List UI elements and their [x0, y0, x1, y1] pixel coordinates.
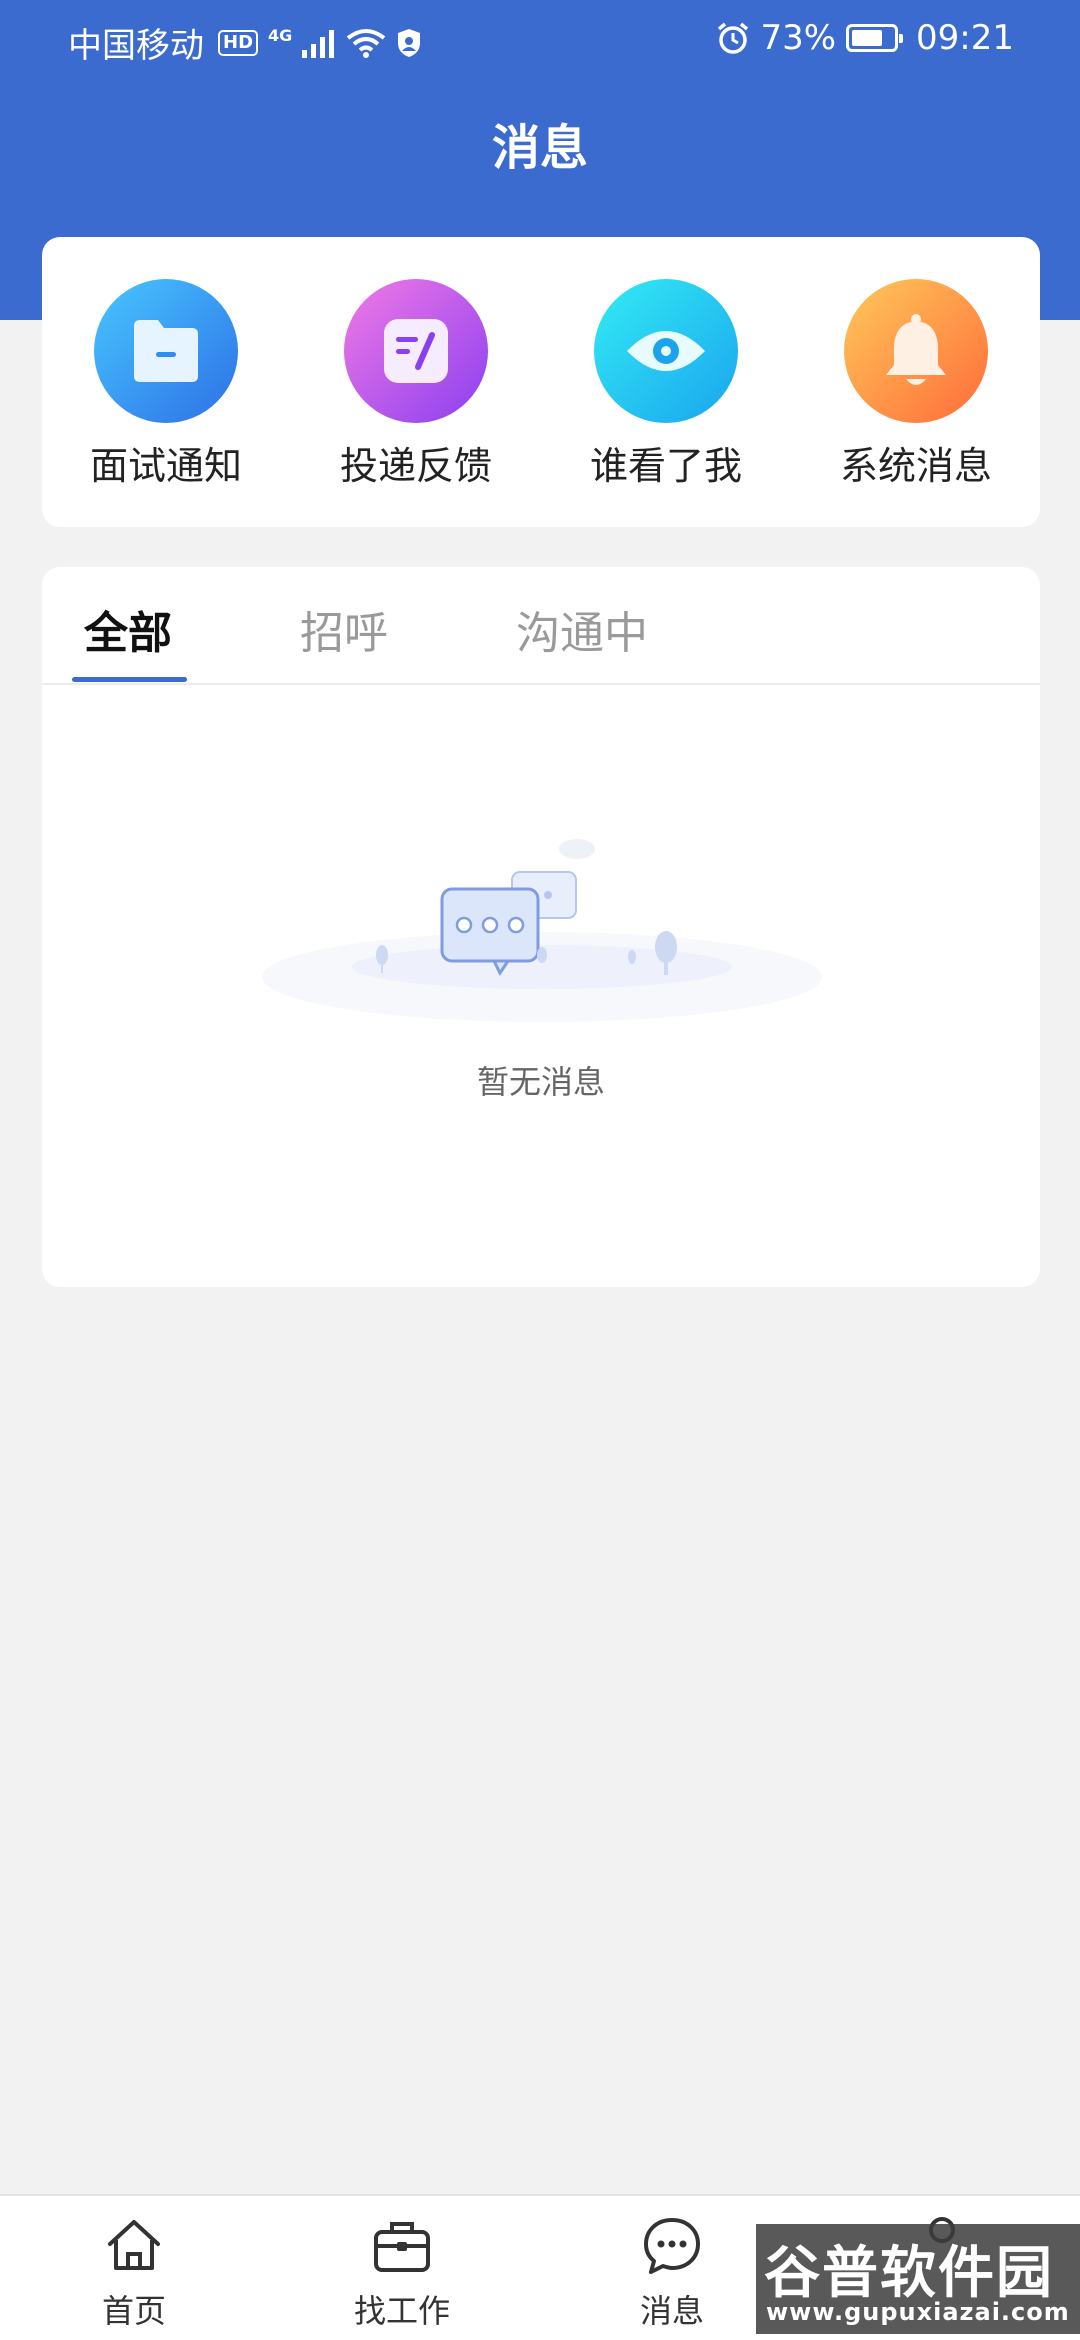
clock: 09:21 — [916, 18, 1014, 58]
tab-indicator — [72, 677, 187, 682]
nav-find-job[interactable]: 找工作 — [322, 2214, 482, 2332]
shortcuts-card: 面试通知 投递反馈 谁看了我 系统消息 — [42, 237, 1040, 527]
chat-bubbles-icon — [262, 839, 822, 1022]
empty-state-text: 暂无消息 — [476, 1063, 605, 1101]
edit-note-icon — [344, 279, 488, 423]
nav-label: 消息 — [639, 2292, 704, 2330]
watermark-name: 谷普软件园 — [764, 2241, 1054, 2306]
network-type: 4G — [268, 25, 293, 45]
watermark-url: www.gupuxiazai.com — [766, 2298, 1070, 2326]
alarm-icon — [718, 22, 749, 54]
shield-icon — [398, 28, 421, 57]
page-title: 消息 — [491, 120, 588, 176]
shortcut-label: 系统消息 — [839, 444, 992, 488]
eye-icon — [594, 279, 738, 423]
carrier-name: 中国移动 — [68, 26, 204, 66]
nav-label: 找工作 — [353, 2292, 450, 2330]
chat-icon — [644, 2218, 700, 2274]
shortcut-interview-notice[interactable]: 面试通知 — [66, 279, 266, 490]
nav-label: 首页 — [101, 2292, 166, 2330]
shortcut-system-messages[interactable]: 系统消息 — [816, 279, 1016, 490]
nav-messages[interactable]: 消息 — [592, 2214, 752, 2332]
tab-in-communication[interactable]: 沟通中 — [516, 597, 648, 661]
messages-card: 全部 招呼 沟通中 暂无消息 — [42, 567, 1040, 1287]
home-icon — [108, 2220, 160, 2270]
shortcut-who-viewed-me[interactable]: 谁看了我 — [566, 279, 766, 490]
nav-home[interactable]: 首页 — [54, 2214, 214, 2332]
battery-icon — [846, 24, 904, 52]
message-tabs: 全部 招呼 沟通中 — [42, 567, 1040, 685]
tab-greetings[interactable]: 招呼 — [300, 597, 388, 661]
briefcase-icon — [374, 2222, 430, 2272]
shortcut-label: 投递反馈 — [339, 444, 492, 488]
shortcut-label: 谁看了我 — [589, 444, 742, 488]
hd-badge: HD — [218, 29, 259, 56]
bell-icon — [844, 279, 988, 423]
wifi-icon — [347, 28, 386, 58]
shortcut-label: 面试通知 — [89, 444, 242, 488]
status-bar: 中国移动 HD 4G 73% 09:21 — [0, 0, 1080, 78]
folder-icon — [94, 279, 238, 423]
battery-percent: 73% — [760, 18, 837, 58]
tab-all[interactable]: 全部 — [84, 597, 172, 661]
watermark-logo: 谷普软件园 www.gupuxiazai.com — [756, 2224, 1080, 2334]
shortcut-delivery-feedback[interactable]: 投递反馈 — [316, 279, 516, 490]
signal-icon — [302, 29, 335, 58]
